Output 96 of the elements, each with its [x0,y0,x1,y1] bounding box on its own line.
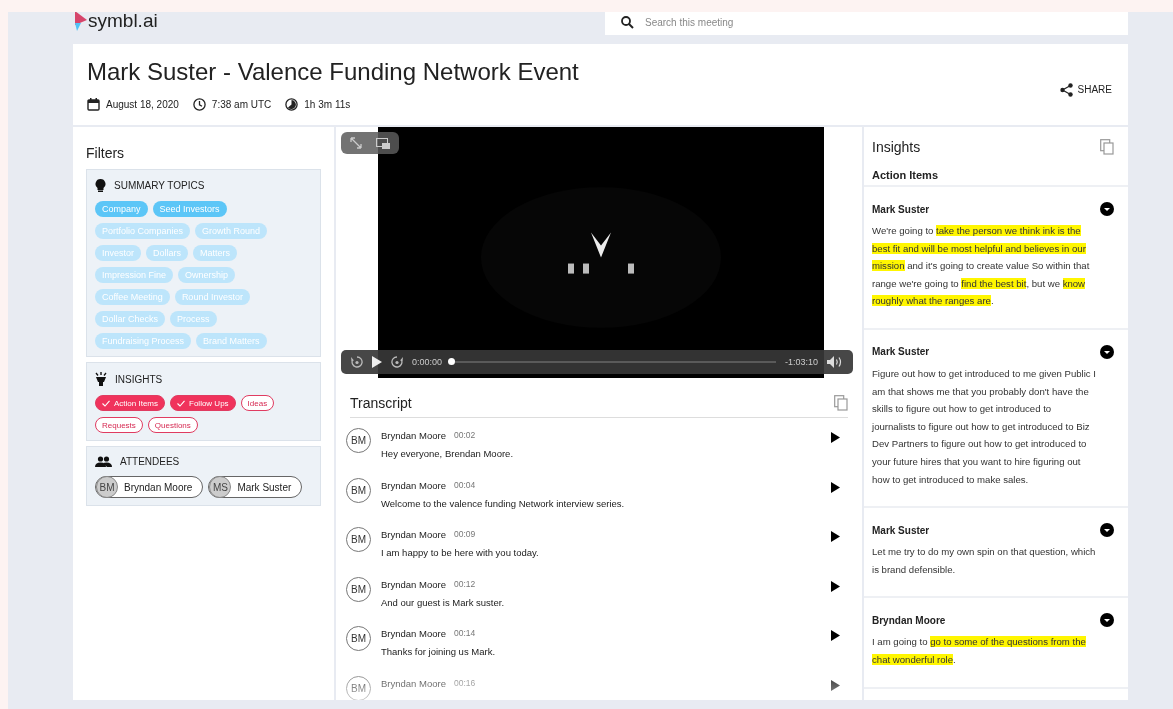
insight-type-chip[interactable]: Follow Ups [170,395,236,411]
picture-in-picture-icon[interactable] [376,137,390,149]
search-icon [621,16,634,29]
topic-chip[interactable]: Seed Investors [152,201,227,217]
meeting-date: August 18, 2020 [106,99,179,110]
insight-text: Figure out how to get introduced to me given Public I am that shows me that you probably don't have the skills to figure out how to get introduced to journalists to figure out how to get introduced to Biz Dev Partners to figure out how to get introduced to your future hires that you want to hire figuring out how to get introduced to make sales. [872,366,1097,487]
transcript-text: Welcome to the valence funding Network interview series. [381,497,626,509]
timestamp: 00:02 [453,430,476,441]
transcript-title: Transcript [350,395,412,411]
forward-icon[interactable] [391,356,403,368]
rewind-icon[interactable] [351,356,363,368]
insight-type-chip[interactable]: Ideas [240,395,275,411]
attendee-avatar: MS [209,476,232,498]
insight-speaker: Mark Suster [872,524,930,536]
speaker-name: Bryndan Moore [381,529,446,540]
volume-icon[interactable] [827,356,843,368]
topic-chip[interactable]: Brand Matters [196,333,267,349]
collapse-icon[interactable] [1100,344,1114,359]
timestamp: 00:12 [453,578,476,590]
speaker-name: Bryndan Moore [381,578,446,590]
play-icon[interactable] [372,356,382,368]
insight-text: Let me try to do my own spin on that question, which is brand defensible. [872,545,1097,577]
clock-icon [192,98,206,111]
share-button[interactable]: SHARE [1059,82,1112,97]
topic-chip[interactable]: Fundraising Process [95,333,192,349]
insight-speaker: Mark Suster [872,346,930,358]
remaining-time: -1:03:10 [784,357,818,367]
lightbulb-icon [95,179,106,192]
people-icon [95,456,112,467]
attendee-name: Mark Suster [237,481,292,493]
attendee-chip[interactable]: BM Bryndan Moore [95,476,204,498]
collapse-icon[interactable] [1100,523,1114,538]
topic-chip[interactable]: Round Investor [174,289,250,305]
speaker-name: Bryndan Moore [381,479,446,491]
meeting-title: Mark Suster - Valence Funding Network Event [87,58,579,86]
timestamp: 00:09 [453,529,476,540]
collapse-icon[interactable] [1100,613,1114,628]
speaker-name: Bryndan Moore [381,677,446,689]
timestamp: 00:04 [453,479,476,491]
check-icon [177,399,185,407]
duration-icon [285,98,299,111]
attendee-name: Bryndan Moore [124,481,193,493]
copy-icon[interactable] [1100,139,1114,155]
topic-chip[interactable]: Portfolio Companies [95,223,191,239]
insights-title: Insights [872,139,921,155]
share-icon [1059,82,1073,97]
expand-icon[interactable] [350,137,362,149]
topic-chip[interactable]: Coffee Meeting [95,289,170,305]
attendee-avatar: BM [96,476,118,498]
meeting-time: 7:38 am UTC [211,99,272,110]
insight-speaker: Mark Suster [872,203,930,215]
topic-chip[interactable]: Dollars [146,245,189,261]
meeting-duration: 1h 3m 11s [304,99,351,110]
topic-chip[interactable]: Matters [193,245,238,261]
collapse-icon[interactable] [1100,202,1114,216]
play-icon[interactable] [831,481,840,493]
play-icon[interactable] [831,432,840,443]
topic-chip[interactable]: Process [170,311,217,327]
topic-chip[interactable]: Growth Round [195,223,268,239]
play-icon[interactable] [831,679,840,691]
attendees-heading: ATTENDEES [120,456,180,467]
insight-speaker: Bryndan Moore [872,614,946,626]
play-icon[interactable] [831,580,840,592]
filters-title: Filters [86,145,126,161]
copy-icon[interactable] [834,395,848,411]
check-icon [102,399,110,407]
transcript-text: And our guest is Mark suster. [381,596,506,608]
logo-icon [73,12,87,31]
timestamp: 00:16 [453,677,476,689]
insight-type-chip[interactable]: Action Items [95,395,165,411]
topic-chip[interactable]: Dollar Checks [95,311,166,327]
topic-chip[interactable]: Company [95,201,148,217]
speaker-name: Bryndan Moore [381,628,446,639]
lamp-icon [95,372,107,386]
transcript-text: Hey everyone, Brendan Moore. [381,448,515,459]
topic-chip[interactable]: Investor [95,245,141,261]
transcript-text: Thanks for joining us Mark. [381,646,497,657]
topic-chip[interactable]: Impression Fine [95,267,174,283]
insights-heading: INSIGHTS [115,373,163,385]
calendar-icon [87,98,100,111]
seek-thumb[interactable] [448,358,456,365]
summary-topics-heading: SUMMARY TOPICS [114,180,205,191]
insight-text: I am going to go to some of the questions from the chat wonderful role. [872,635,1087,667]
transcript-text: I am happy to be here with you today. [381,547,540,558]
play-icon[interactable] [831,531,840,542]
insight-type-chip[interactable]: Requests [95,417,143,433]
speaker-name: Bryndan Moore [381,430,446,441]
elapsed-time: 0:00:00 [412,357,443,367]
insight-type-chip[interactable]: Questions [147,417,198,433]
topic-chip[interactable]: Ownership [178,267,236,283]
logo-text: symbl.ai [88,12,158,32]
section-heading: Action Items [864,155,1128,187]
play-icon[interactable] [831,630,840,641]
search-field[interactable]: Search this meeting [605,12,1128,35]
timestamp: 00:14 [453,628,476,639]
attendee-chip[interactable]: MS Mark Suster [208,476,303,498]
